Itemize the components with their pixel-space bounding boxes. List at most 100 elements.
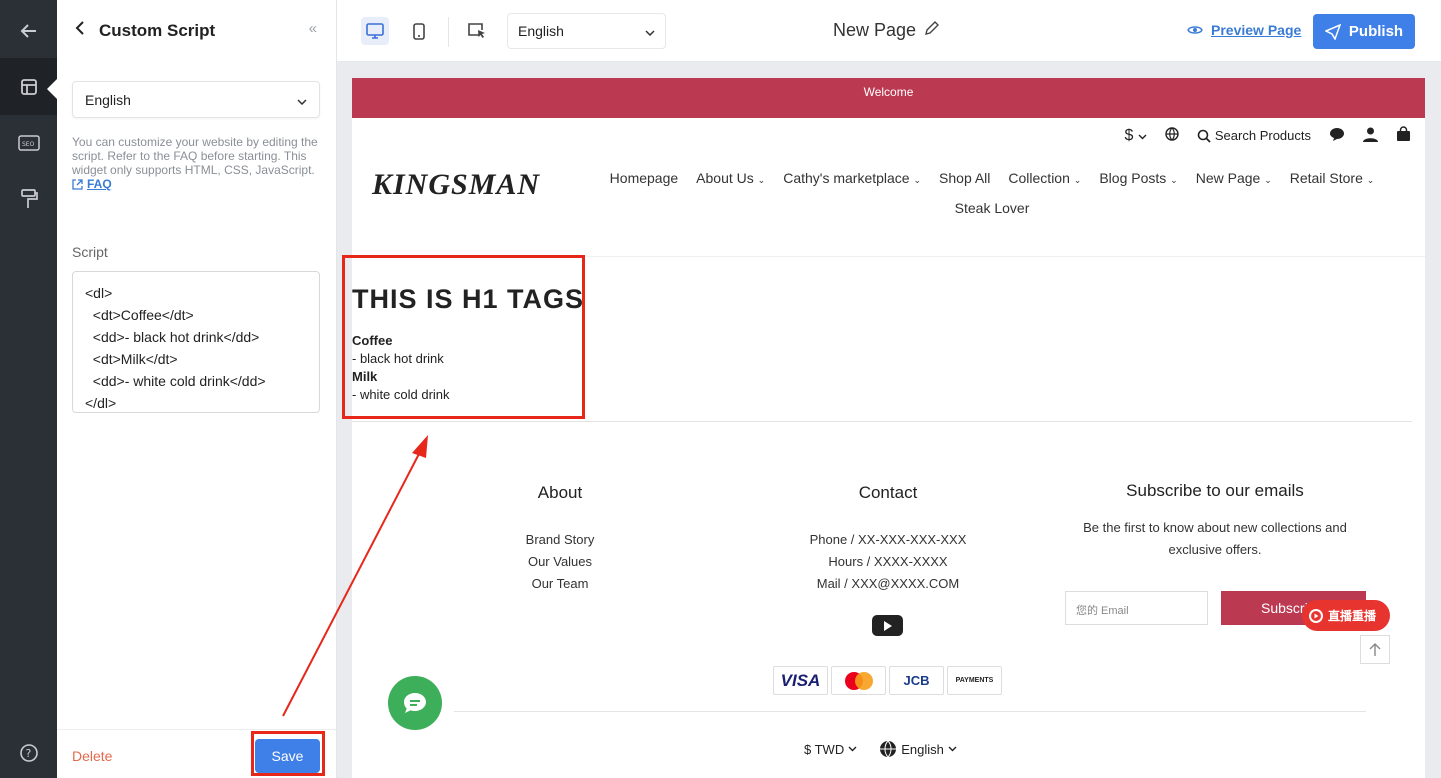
footer-subscribe: Subscribe to our emails Be the first to …	[1070, 481, 1360, 561]
content-divider	[352, 421, 1412, 422]
globe-icon[interactable]	[1165, 127, 1179, 144]
nav-label: Collection	[1008, 170, 1070, 186]
jcb-payment-icon: JCB	[889, 666, 944, 695]
page-title-text: New Page	[833, 20, 917, 40]
external-link-icon	[72, 178, 83, 190]
utility-bar: $ Search Products	[1125, 126, 1411, 145]
mastercard-payment-icon	[831, 666, 886, 695]
chevron-down-icon: ⌄	[1264, 175, 1272, 185]
footer-language: English	[901, 741, 944, 757]
nav-label: Cathy's marketplace	[783, 170, 910, 186]
footer-currency-select[interactable]: $ TWD	[804, 740, 857, 758]
contact-line: Hours / XXXX-XXXX	[828, 554, 948, 569]
chevron-down-icon	[1138, 134, 1147, 139]
gpayments-payment-icon: PAYMENTS	[947, 666, 1002, 695]
contact-line: Phone / XX-XXX-XXX-XXX	[809, 532, 967, 547]
nav-item-cathys-marketplace[interactable]: Cathy's marketplace ⌄	[783, 170, 921, 186]
heading-highlight-box	[342, 255, 585, 419]
panel-title: Custom Script	[99, 20, 216, 40]
toolbar-divider	[448, 17, 449, 47]
site-nav: Homepage About Us ⌄ Cathy's marketplace …	[602, 170, 1382, 216]
help-text-block: You can customize your website by editin…	[72, 135, 322, 193]
nav-label: New Page	[1195, 170, 1261, 186]
footer-divider	[454, 711, 1366, 712]
nav-item-blog-posts[interactable]: Blog Posts ⌄	[1099, 170, 1177, 186]
icon-rail: SEO ?	[0, 0, 57, 778]
footer-link[interactable]: Brand Story	[500, 529, 620, 551]
search-products[interactable]: Search Products	[1197, 128, 1311, 143]
nav-item-new-page[interactable]: New Page ⌄	[1196, 170, 1272, 186]
footer-about: About Brand Story Our Values Our Team	[500, 483, 620, 595]
youtube-icon[interactable]	[872, 615, 903, 636]
eye-icon	[1187, 26, 1203, 34]
footer-link[interactable]: Our Values	[500, 551, 620, 573]
live-replay-label: 直播重播	[1328, 609, 1377, 623]
save-highlight-box	[251, 731, 325, 776]
email-input[interactable]: 您的 Email	[1065, 591, 1208, 625]
nav-item-retail-store[interactable]: Retail Store ⌄	[1290, 170, 1375, 186]
chat-bubble-icon[interactable]	[388, 676, 442, 730]
mobile-view-icon[interactable]	[405, 17, 433, 45]
chevron-down-icon	[948, 746, 957, 752]
footer-contact: Contact Phone / XX-XXX-XXX-XXX Hours / X…	[798, 483, 978, 595]
announcement-bar: Welcome	[352, 78, 1425, 118]
search-label: Search Products	[1214, 128, 1311, 143]
panel-language-value: English	[85, 91, 131, 108]
panel-language-select[interactable]: English	[72, 81, 320, 118]
script-label: Script	[72, 244, 108, 260]
nav-item-homepage[interactable]: Homepage	[610, 170, 679, 186]
seo-icon[interactable]: SEO	[0, 114, 57, 171]
chevron-down-icon	[848, 746, 857, 752]
footer-subscribe-title: Subscribe to our emails	[1126, 481, 1304, 500]
footer-link[interactable]: Our Team	[500, 573, 620, 595]
visa-payment-icon: VISA	[773, 666, 828, 695]
currency-menu[interactable]: $	[1125, 127, 1147, 145]
active-indicator	[47, 79, 57, 99]
desktop-view-icon[interactable]	[361, 17, 389, 45]
footer-about-title: About	[537, 483, 583, 502]
nav-item-about-us[interactable]: About Us ⌄	[696, 170, 765, 186]
preview-page-link[interactable]: Preview Page	[1187, 22, 1301, 38]
message-icon[interactable]	[1329, 127, 1345, 145]
chevron-down-icon: ⌄	[757, 175, 766, 185]
top-language-select[interactable]: English	[507, 13, 666, 49]
editor-topbar: English New Page Preview Page Publish	[337, 0, 1441, 62]
footer-contact-title: Contact	[858, 483, 918, 502]
help-text: You can customize your website by editin…	[72, 135, 318, 177]
nav-label: Blog Posts	[1099, 170, 1167, 186]
faq-label: FAQ	[87, 177, 112, 191]
user-icon[interactable]	[1363, 127, 1378, 145]
collapse-panel-icon[interactable]: «	[309, 20, 317, 37]
publish-button[interactable]: Publish	[1313, 14, 1415, 49]
preview-canvas: Welcome $ Search Products KINGSMAN Homep…	[337, 62, 1441, 778]
faq-link[interactable]: FAQ	[72, 177, 112, 191]
custom-script-panel: Custom Script « English You can customiz…	[57, 0, 337, 778]
scroll-to-top-icon[interactable]	[1360, 635, 1390, 664]
pencil-icon[interactable]	[924, 20, 940, 41]
cart-icon[interactable]	[1396, 126, 1411, 145]
footer-currency: $ TWD	[804, 741, 845, 757]
preview-label: Preview Page	[1211, 22, 1302, 38]
paint-roller-icon[interactable]	[0, 170, 57, 227]
delete-button[interactable]: Delete	[72, 748, 112, 764]
globe-icon	[880, 740, 897, 758]
chevron-down-icon: ⌄	[1073, 175, 1082, 185]
back-arrow-icon[interactable]	[0, 2, 57, 59]
nav-item-shop-all[interactable]: Shop All	[939, 170, 990, 186]
nav-item-collection[interactable]: Collection ⌄	[1008, 170, 1081, 186]
footer-bottom-bar: $ TWD English	[804, 740, 957, 758]
subscribe-text: Be the first to know about new collectio…	[1083, 520, 1347, 557]
chevron-left-icon[interactable]	[75, 21, 85, 40]
help-icon[interactable]: ?	[0, 724, 57, 778]
footer-language-select[interactable]: English	[879, 740, 957, 758]
chevron-down-icon	[645, 23, 655, 39]
script-editor[interactable]	[72, 271, 320, 413]
nav-item-steak-lover[interactable]: Steak Lover	[955, 200, 1030, 216]
chevron-down-icon: ⌄	[913, 175, 922, 185]
chevron-down-icon: ⌄	[1170, 175, 1178, 185]
live-replay-button[interactable]: 直播重播	[1302, 600, 1390, 631]
site-logo[interactable]: KINGSMAN	[372, 168, 540, 202]
select-element-icon[interactable]	[463, 17, 491, 45]
send-icon	[1324, 23, 1341, 40]
top-language-value: English	[518, 23, 564, 39]
